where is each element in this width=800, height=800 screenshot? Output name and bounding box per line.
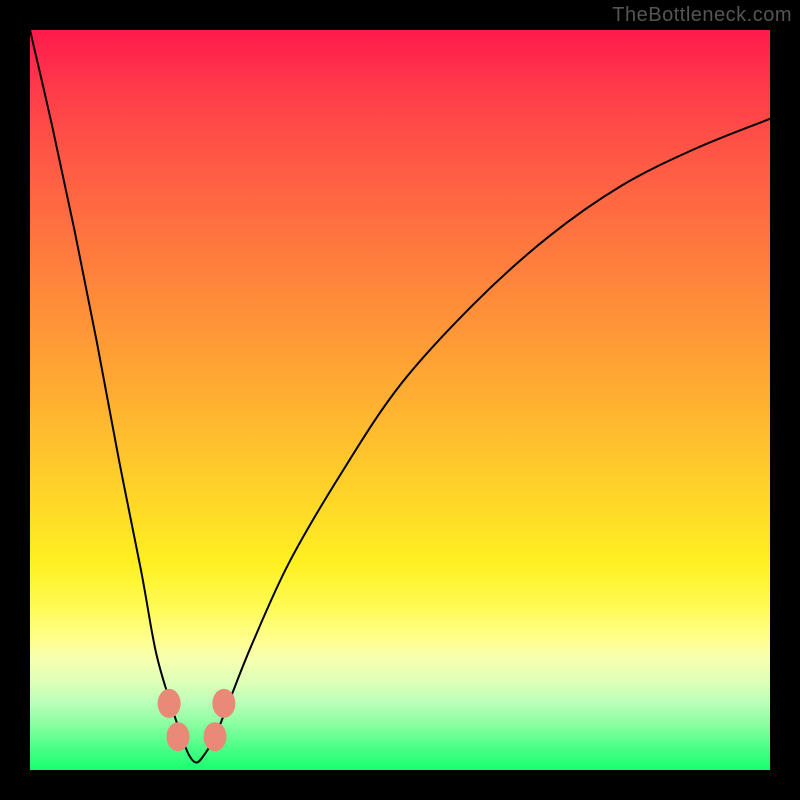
chart-svg xyxy=(30,30,770,770)
curve-marker xyxy=(167,723,189,751)
bottleneck-curve xyxy=(30,30,770,763)
curve-marker xyxy=(158,689,180,717)
chart-frame xyxy=(30,30,770,770)
curve-marker xyxy=(204,723,226,751)
curve-markers xyxy=(158,689,235,750)
curve-marker xyxy=(213,689,235,717)
watermark-text: TheBottleneck.com xyxy=(612,4,792,27)
